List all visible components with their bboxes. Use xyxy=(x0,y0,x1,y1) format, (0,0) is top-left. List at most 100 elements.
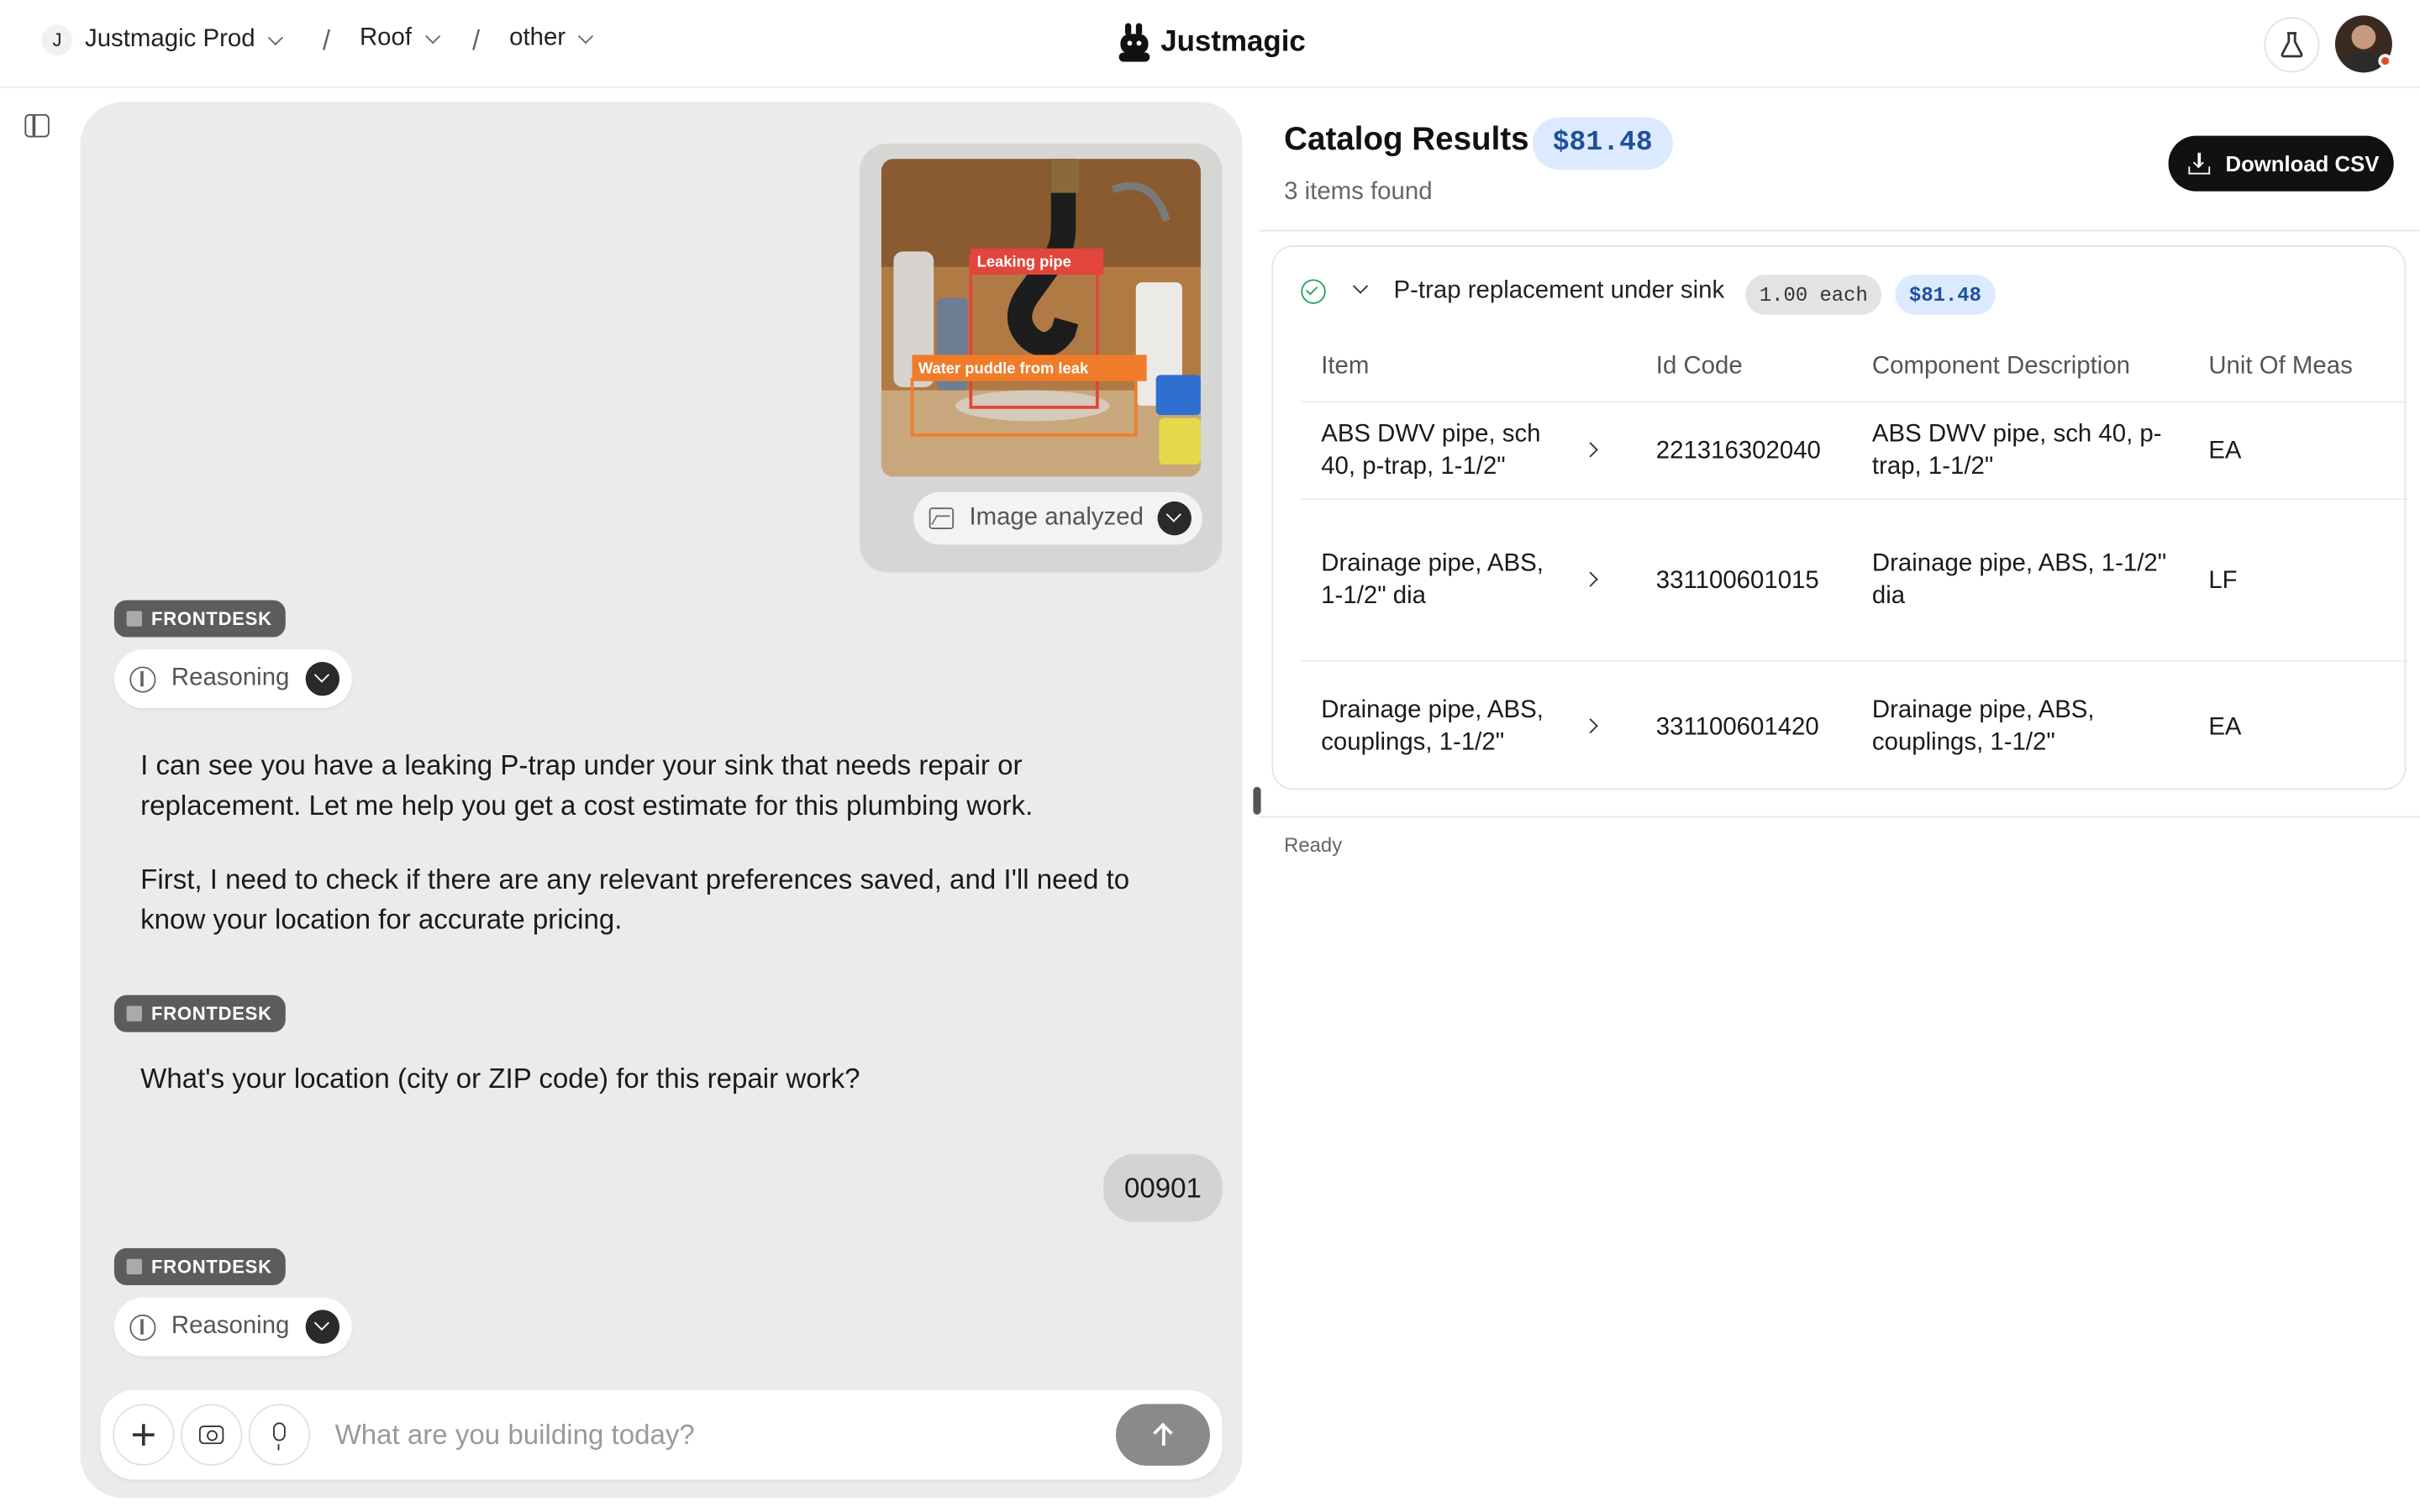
message-input[interactable] xyxy=(334,1411,1076,1458)
reasoning-label: Reasoning xyxy=(171,1313,290,1340)
chevron-down-icon xyxy=(268,29,284,45)
agent-badge-label: FRONTDESK xyxy=(150,1002,272,1025)
assistant-message: I can see you have a leaking P-trap unde… xyxy=(140,749,1034,822)
assistant-message: What's your location (city or ZIP code) … xyxy=(140,1063,860,1095)
row-unit: EA xyxy=(2208,438,2242,465)
download-icon xyxy=(2188,152,2211,175)
breadcrumb-separator: / xyxy=(472,24,481,56)
user-message: 00901 xyxy=(1103,1153,1223,1222)
download-csv-button[interactable]: Download CSV xyxy=(2168,135,2394,192)
image-label-leaking-pipe: Leaking pipe xyxy=(977,253,1071,270)
chevron-down-icon xyxy=(424,28,440,44)
download-csv-label: Download CSV xyxy=(2225,150,2380,176)
table-row[interactable]: Drainage pipe, ABS, 1-1/2" dia 3311006010… xyxy=(1301,498,2408,660)
panel-resize-handle[interactable] xyxy=(1253,786,1261,815)
status-text: Ready xyxy=(1284,832,1343,857)
send-button[interactable] xyxy=(1115,1404,1210,1466)
brain-icon xyxy=(129,665,156,692)
sidebar-toggle-icon[interactable] xyxy=(24,113,50,138)
workspace-avatar: J xyxy=(41,24,73,56)
chevron-down-icon xyxy=(578,28,594,44)
breadcrumb-separator: / xyxy=(322,24,331,56)
microphone-icon xyxy=(273,1422,286,1451)
brand-mascot-icon xyxy=(1118,23,1150,62)
labs-button[interactable] xyxy=(2264,17,2320,73)
group-price-badge: $81.48 xyxy=(1895,274,1996,315)
collapse-chevron-icon[interactable] xyxy=(1352,278,1369,294)
image-icon xyxy=(929,507,955,529)
reasoning-label: Reasoning xyxy=(171,664,290,691)
message-composer xyxy=(100,1389,1223,1480)
group-name: P-trap replacement under sink xyxy=(1393,277,1725,304)
chevron-right-icon[interactable] xyxy=(1582,571,1598,587)
add-attachment-button[interactable] xyxy=(113,1404,175,1466)
column-header-unit: Unit Of Meas xyxy=(2208,353,2353,380)
catalog-title: Catalog Results xyxy=(1284,122,1529,158)
chevron-right-icon[interactable] xyxy=(1582,718,1598,734)
divider xyxy=(1259,816,2420,818)
row-unit: EA xyxy=(2208,714,2242,741)
assistant-message: First, I need to check if there are any … xyxy=(140,864,1130,936)
row-item: ABS DWV pipe, sch 40, p-trap, 1-1/2" xyxy=(1321,421,1541,480)
notification-dot xyxy=(2378,54,2392,68)
reasoning-toggle[interactable]: Reasoning xyxy=(113,649,351,709)
row-id-code: 331100601420 xyxy=(1655,714,1819,741)
brain-icon xyxy=(129,1313,156,1341)
column-header-id-code: Id Code xyxy=(1655,353,1743,380)
table-row[interactable]: Drainage pipe, ABS, couplings, 1-1/2" 331… xyxy=(1301,660,2408,790)
workspace-name: Justmagic Prod xyxy=(85,26,255,53)
brand-logo[interactable]: Justmagic xyxy=(1118,22,1306,65)
top-bar: J Justmagic Prod / Roof / other Justmagi… xyxy=(0,0,2420,88)
quantity-badge: 1.00 each xyxy=(1745,274,1882,315)
project-name: Roof xyxy=(359,24,413,51)
sink-photo[interactable]: Leaking pipe Water puddle from leak xyxy=(881,159,1201,477)
agent-badge: FRONTDESK xyxy=(113,600,287,638)
image-label-water-puddle: Water puddle from leak xyxy=(918,359,1089,376)
flask-icon xyxy=(2281,32,2303,58)
uploaded-image-card: Leaking pipe Water puddle from leak Imag… xyxy=(860,143,1223,573)
camera-icon xyxy=(198,1425,224,1445)
catalog-group: P-trap replacement under sink 1.00 each … xyxy=(1271,245,2408,790)
agent-badge: FRONTDESK xyxy=(113,1247,287,1285)
chevron-down-icon xyxy=(304,1310,339,1344)
folder-name: other xyxy=(509,24,566,51)
agent-badge-label: FRONTDESK xyxy=(150,607,272,630)
row-description: Drainage pipe, ABS, 1-1/2" dia xyxy=(1871,550,2167,610)
table-row[interactable]: ABS DWV pipe, sch 40, p-trap, 1-1/2" 2213… xyxy=(1301,401,2408,499)
row-id-code: 221316302040 xyxy=(1655,438,1821,465)
chat-panel: Leaking pipe Water puddle from leak Imag… xyxy=(80,102,1243,1499)
catalog-total-badge: $81.48 xyxy=(1532,117,1673,171)
brand-name: Justmagic xyxy=(1160,26,1306,59)
column-header-description: Component Description xyxy=(1871,353,2131,380)
chevron-down-icon xyxy=(1157,501,1192,536)
row-item: Drainage pipe, ABS, couplings, 1-1/2" xyxy=(1321,697,1544,756)
row-unit: LF xyxy=(2208,567,2238,595)
folder-switcher[interactable]: other xyxy=(509,24,594,52)
row-description: Drainage pipe, ABS, couplings, 1-1/2" xyxy=(1871,697,2095,756)
chevron-right-icon[interactable] xyxy=(1582,442,1598,458)
camera-button[interactable] xyxy=(180,1404,243,1466)
microphone-button[interactable] xyxy=(248,1404,311,1466)
project-switcher[interactable]: Roof xyxy=(359,24,440,52)
image-analyzed-label: Image analyzed xyxy=(969,504,1144,531)
building-icon xyxy=(126,611,142,627)
divider xyxy=(1259,229,2420,232)
arrow-up-icon xyxy=(1154,1424,1172,1446)
app-window: J Justmagic Prod / Roof / other Justmagi… xyxy=(0,0,2420,1512)
plus-icon xyxy=(132,1424,155,1446)
column-header-item: Item xyxy=(1321,353,1370,380)
chevron-down-icon xyxy=(304,661,339,696)
row-id-code: 331100601015 xyxy=(1655,567,1819,595)
agent-badge: FRONTDESK xyxy=(113,995,287,1032)
check-circle-icon xyxy=(1301,279,1326,304)
workspace-switcher[interactable]: J Justmagic Prod xyxy=(41,24,284,56)
row-description: ABS DWV pipe, sch 40, p-trap, 1-1/2" xyxy=(1871,421,2162,480)
building-icon xyxy=(126,1258,142,1275)
image-analyzed-toggle[interactable]: Image analyzed xyxy=(913,491,1202,545)
annotated-image: Leaking pipe Water puddle from leak xyxy=(881,159,1201,477)
agent-badge-label: FRONTDESK xyxy=(150,1256,272,1278)
row-item: Drainage pipe, ABS, 1-1/2" dia xyxy=(1321,550,1544,610)
building-icon xyxy=(126,1005,142,1021)
reasoning-toggle[interactable]: Reasoning xyxy=(113,1297,351,1357)
catalog-item-count: 3 items found xyxy=(1284,179,1433,206)
